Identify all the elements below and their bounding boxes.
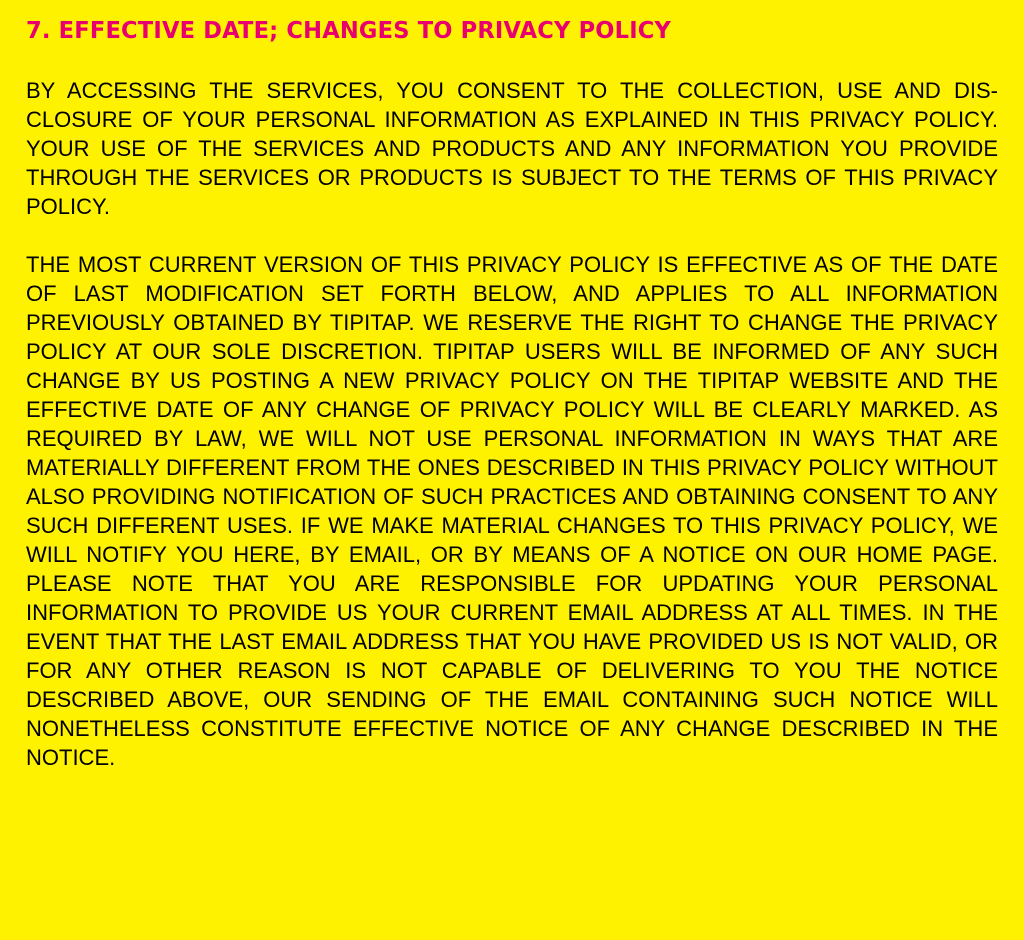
policy-changes-paragraph: THE MOST CURRENT VERSION OF THIS PRIVACY…: [26, 252, 998, 770]
section-title: 7. EFFECTIVE DATE; CHANGES TO PRIVACY PO…: [26, 18, 672, 44]
consent-paragraph: BY ACCESSING THE SERVICES, YOU CONSENT T…: [26, 78, 998, 219]
privacy-policy-section: 7. EFFECTIVE DATE; CHANGES TO PRIVACY PO…: [26, 16, 998, 772]
